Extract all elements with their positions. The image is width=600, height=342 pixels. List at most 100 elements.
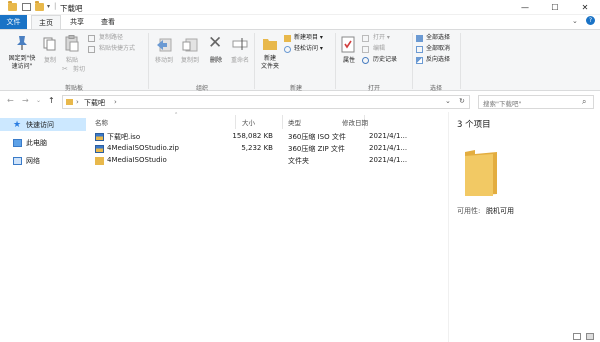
invert-selection-button[interactable]: 反向选择	[416, 56, 456, 65]
column-separator[interactable]	[235, 115, 236, 129]
title-bar: ▾ | 下载吧 — ☐ ✕	[0, 0, 600, 15]
address-dropdown-icon[interactable]: ⌄	[445, 97, 451, 105]
nav-label: 此电脑	[26, 138, 47, 147]
search-input[interactable]: 搜索"下载吧" ⌕	[478, 95, 594, 109]
copy-button[interactable]: 复制	[40, 33, 60, 73]
forward-button[interactable]: →	[22, 96, 29, 105]
maximize-button[interactable]: ☐	[540, 0, 570, 15]
select-all-button[interactable]: 全部选择	[416, 34, 456, 43]
ribbon-collapse-icon[interactable]: ⌄	[572, 17, 578, 25]
file-type: 文件夹	[288, 157, 309, 165]
ribbon-separator	[148, 33, 149, 89]
easy-access-button[interactable]: 轻松访问 ▾	[284, 45, 334, 54]
minimize-button[interactable]: —	[510, 0, 540, 15]
new-item-button[interactable]: 新建项目 ▾	[284, 34, 334, 43]
properties-quick-icon[interactable]	[22, 3, 31, 11]
tab-file[interactable]: 文件	[0, 15, 27, 29]
scissors-icon: ✂	[62, 65, 68, 73]
details-view-icon[interactable]	[573, 333, 581, 340]
move-to-icon	[157, 38, 172, 52]
copy-icon	[43, 37, 56, 51]
help-icon[interactable]: ?	[586, 16, 595, 25]
properties-button[interactable]: 属性	[338, 33, 360, 78]
new-folder-button[interactable]: 新建 文件夹	[257, 33, 283, 78]
back-button[interactable]: ←	[7, 96, 14, 105]
column-header-size[interactable]: 大小	[242, 117, 255, 127]
select-none-button[interactable]: 全部取消	[416, 45, 456, 54]
file-name: 4MediaISOStudio.zip	[107, 144, 179, 152]
tab-view[interactable]: 查看	[95, 15, 121, 29]
invert-selection-icon	[416, 57, 423, 64]
file-size: 158,082 KB	[232, 132, 273, 140]
archive-icon	[95, 133, 104, 141]
cut-button[interactable]: ✂ 剪切	[62, 65, 92, 75]
pin-label-line2: 速访问"	[11, 63, 33, 70]
copy-label: 复制	[43, 57, 56, 64]
folder-icon	[95, 157, 104, 165]
copy-to-label: 复制到	[180, 57, 199, 64]
title-separator: |	[54, 2, 57, 10]
move-to-button[interactable]: 移动到	[151, 33, 177, 78]
up-button[interactable]: ↑	[48, 96, 55, 105]
tab-home[interactable]: 主页	[31, 15, 61, 29]
new-folder-label-line2: 文件夹	[260, 63, 279, 70]
open-button[interactable]: 打开 ▾	[362, 34, 402, 43]
quick-access-dropdown-icon[interactable]: ▾	[47, 3, 50, 10]
open-label: 打开 ▾	[373, 34, 390, 41]
breadcrumb-downloadba[interactable]: 下载吧	[84, 98, 105, 108]
file-date: 2021/4/1...	[369, 144, 408, 152]
pin-quick-access-button[interactable]: 固定到"快 速访问"	[4, 33, 40, 81]
column-separator[interactable]	[282, 115, 283, 129]
column-header-date[interactable]: 修改日期	[342, 117, 368, 127]
rename-button[interactable]: 重命名	[228, 33, 252, 78]
nav-label: 快速访问	[26, 120, 54, 129]
copy-to-icon	[182, 38, 198, 52]
path-separator: ›	[76, 98, 79, 106]
file-row[interactable]: 4MediaISOStudio.zip 5,232 KB 360压缩 ZIP 文…	[92, 143, 407, 155]
column-header-name[interactable]: 名称	[95, 117, 108, 127]
copy-path-button[interactable]: 复制路径	[88, 34, 148, 43]
refresh-icon[interactable]: ↻	[459, 97, 465, 105]
copy-to-button[interactable]: 复制到	[177, 33, 203, 78]
paste-icon	[65, 35, 79, 52]
delete-label: 删除	[209, 57, 222, 64]
nav-item-network[interactable]: 网络	[0, 154, 86, 167]
select-none-icon	[416, 46, 423, 53]
item-count: 3 个项目	[457, 120, 491, 130]
file-row[interactable]: 下载吧.iso 158,082 KB 360压缩 ISO 文件 2021/4/1…	[92, 131, 407, 143]
pin-label-line1: 固定到"快	[8, 55, 36, 62]
ribbon-separator	[412, 33, 413, 89]
navigation-pane: ★ 快速访问 此电脑 网络	[0, 112, 86, 342]
window-title: 下载吧	[60, 4, 83, 13]
select-all-icon	[416, 35, 423, 42]
delete-button[interactable]: ✕ 删除	[205, 33, 227, 78]
edit-button[interactable]: 编辑	[362, 45, 402, 54]
address-input[interactable]: › 下载吧 › ⌄ ↻	[62, 95, 470, 109]
clipboard-group-label: 剪贴板	[64, 85, 83, 92]
file-name: 4MediaISOStudio	[107, 156, 167, 164]
nav-item-this-pc[interactable]: 此电脑	[0, 136, 86, 149]
large-icons-view-icon[interactable]	[586, 333, 594, 340]
close-button[interactable]: ✕	[570, 0, 600, 15]
easy-access-label: 轻松访问 ▾	[294, 45, 323, 52]
column-header-type[interactable]: 类型	[288, 117, 301, 127]
file-list: ⌃ 名称 大小 类型 修改日期 下载吧.iso 158,082 KB 360压缩…	[92, 112, 442, 342]
history-icon	[362, 57, 369, 64]
history-button[interactable]: 历史记录	[362, 56, 408, 65]
copy-path-label: 复制路径	[99, 34, 124, 41]
invert-selection-label: 反向选择	[426, 56, 451, 63]
rename-icon	[232, 38, 248, 50]
nav-item-quick-access[interactable]: ★ 快速访问	[0, 118, 86, 131]
recent-locations-button[interactable]: ⌄	[36, 97, 41, 104]
file-date: 2021/4/1...	[369, 132, 408, 140]
paste-shortcut-label: 粘贴快捷方式	[99, 45, 136, 52]
file-row[interactable]: 4MediaISOStudio 文件夹 2021/4/1...	[92, 155, 407, 167]
new-folder-quick-icon[interactable]	[35, 1, 44, 11]
file-date: 2021/4/1...	[369, 156, 408, 164]
tab-share[interactable]: 共享	[64, 15, 90, 29]
paste-shortcut-icon	[88, 46, 95, 53]
edit-icon	[362, 46, 369, 53]
paste-shortcut-button[interactable]: 粘贴快捷方式	[88, 45, 148, 54]
computer-icon	[13, 138, 22, 147]
copy-path-icon	[88, 35, 95, 42]
